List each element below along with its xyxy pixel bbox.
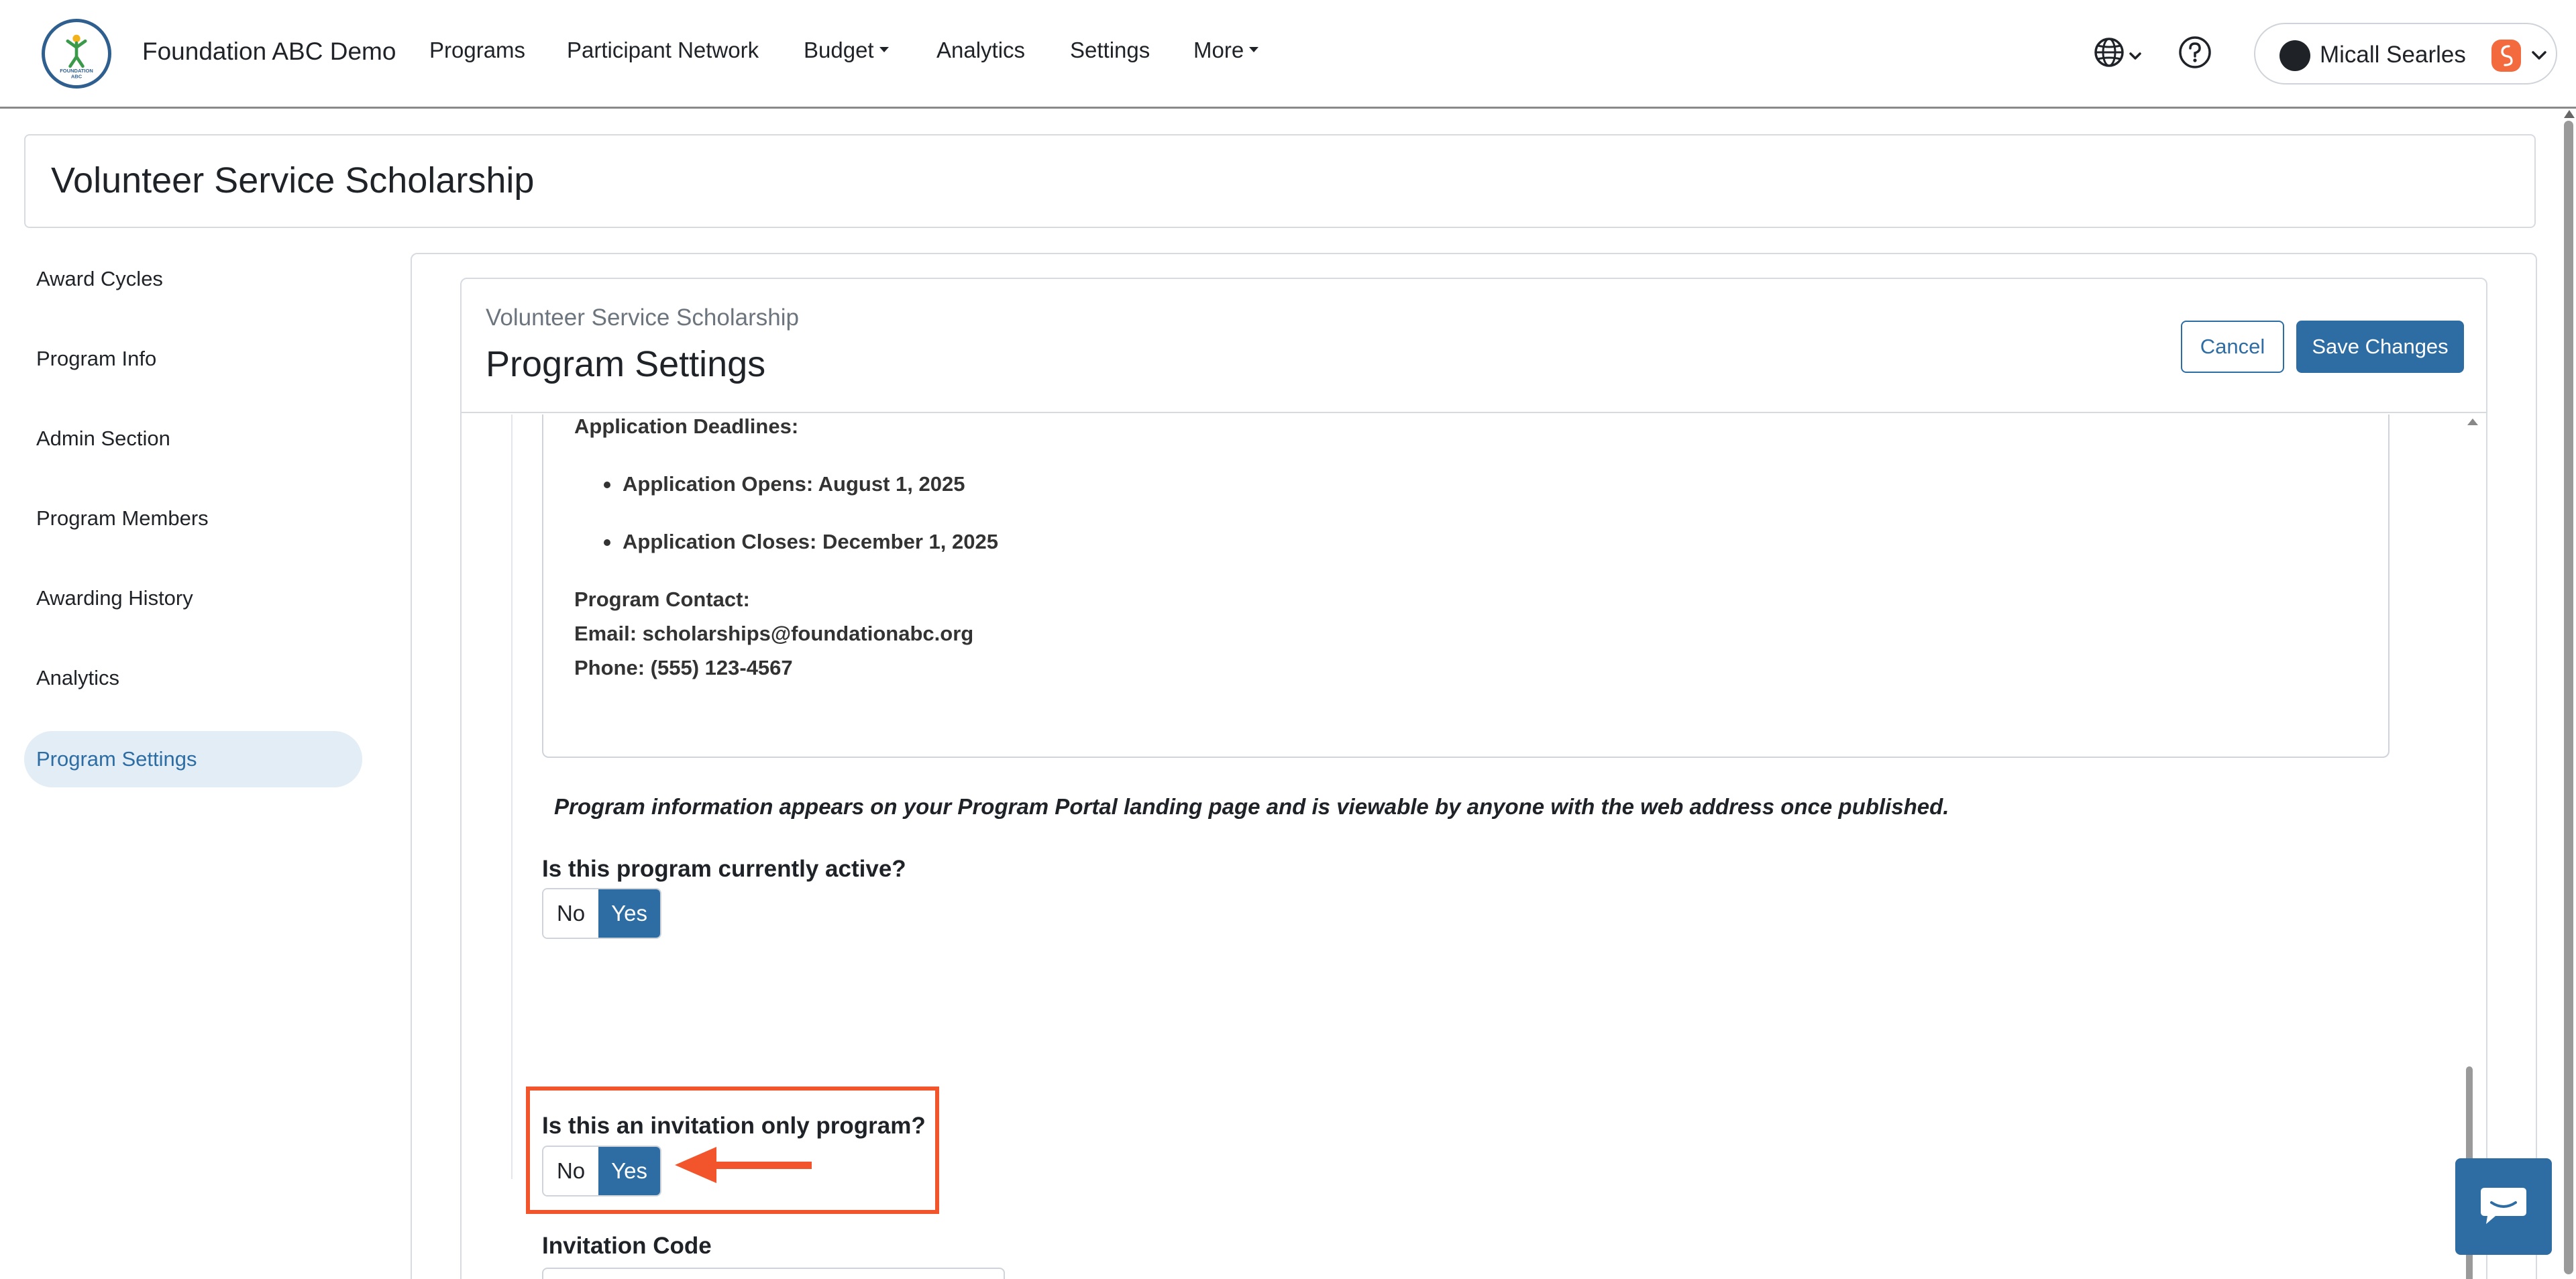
notification-badge-icon bbox=[2491, 40, 2521, 72]
page-title: Volunteer Service Scholarship bbox=[51, 160, 535, 201]
nav-settings[interactable]: Settings bbox=[1070, 38, 1150, 63]
invitation-no-option[interactable]: No bbox=[543, 1147, 599, 1195]
invitation-yes-option[interactable]: Yes bbox=[598, 1147, 660, 1195]
help-button[interactable] bbox=[2178, 35, 2212, 70]
help-icon bbox=[2179, 36, 2211, 68]
editor-contact-heading: Program Contact: bbox=[574, 588, 750, 611]
sidebar-item-program-info[interactable]: Program Info bbox=[24, 331, 362, 387]
nav-more[interactable]: More bbox=[1193, 38, 1259, 63]
sidebar-item-label: Admin Section bbox=[36, 427, 170, 450]
active-yes-option[interactable]: Yes bbox=[598, 889, 660, 938]
nav-budget-label: Budget bbox=[804, 38, 874, 62]
card-header: Volunteer Service Scholarship Program Se… bbox=[462, 279, 2486, 413]
caret-down-icon bbox=[1249, 47, 1259, 53]
nav-budget[interactable]: Budget bbox=[804, 38, 889, 63]
globe-icon bbox=[2094, 38, 2141, 67]
program-info-editor[interactable]: Application Deadlines: Application Opens… bbox=[542, 414, 2390, 758]
sidebar-item-analytics[interactable]: Analytics bbox=[24, 650, 362, 706]
brand-name[interactable]: Foundation ABC Demo bbox=[142, 38, 396, 66]
avatar bbox=[2279, 40, 2310, 71]
user-menu[interactable]: Micall Searles bbox=[2254, 23, 2557, 85]
page-title-card: Volunteer Service Scholarship bbox=[24, 134, 2536, 228]
nav-settings-label: Settings bbox=[1070, 38, 1150, 62]
nav-analytics[interactable]: Analytics bbox=[936, 38, 1025, 63]
sidebar-item-label: Program Members bbox=[36, 506, 209, 530]
invitation-question-label: Is this an invitation only program? bbox=[542, 1113, 926, 1139]
svg-text:ABC: ABC bbox=[71, 74, 83, 80]
nav-more-label: More bbox=[1193, 38, 1244, 62]
editor-phone-line: Phone: (555) 123-4567 bbox=[574, 656, 793, 679]
invitation-toggle[interactable]: No Yes bbox=[542, 1146, 661, 1197]
foundation-logo[interactable]: FOUNDATION ABC bbox=[42, 19, 111, 89]
language-selector[interactable] bbox=[2093, 35, 2149, 70]
nav-participant-network-label: Participant Network bbox=[567, 38, 759, 62]
invitation-code-label: Invitation Code bbox=[542, 1233, 712, 1259]
program-info-help-note: Program information appears on your Prog… bbox=[554, 794, 1949, 819]
program-settings-card: Volunteer Service Scholarship Program Se… bbox=[460, 278, 2487, 1279]
sidebar-item-award-cycles[interactable]: Award Cycles bbox=[24, 251, 362, 307]
chat-widget-button[interactable] bbox=[2455, 1158, 2552, 1255]
editor-deadlines-heading: Application Deadlines: bbox=[574, 414, 799, 438]
bullet bbox=[604, 539, 610, 546]
nav-participant-network[interactable]: Participant Network bbox=[567, 38, 759, 63]
scroll-up-icon[interactable] bbox=[2467, 419, 2478, 425]
chevron-down-icon bbox=[2532, 51, 2546, 60]
caret-down-icon bbox=[879, 47, 889, 53]
divider bbox=[511, 414, 513, 1179]
sidebar-item-label: Program Settings bbox=[36, 747, 197, 771]
editor-bullet-closes: Application Closes: December 1, 2025 bbox=[623, 530, 998, 553]
sidebar-item-label: Awarding History bbox=[36, 586, 193, 610]
active-no-option[interactable]: No bbox=[543, 889, 599, 938]
sidebar-item-program-members[interactable]: Program Members bbox=[24, 490, 362, 547]
user-name: Micall Searles bbox=[2320, 42, 2466, 68]
nav-programs[interactable]: Programs bbox=[429, 38, 525, 63]
settings-scroll-area[interactable]: Application Deadlines: Application Opens… bbox=[462, 414, 2486, 1279]
chat-icon bbox=[2481, 1188, 2526, 1224]
invitation-code-input[interactable] bbox=[542, 1268, 1005, 1279]
nav-analytics-label: Analytics bbox=[936, 38, 1026, 62]
top-navbar: FOUNDATION ABC Foundation ABC Demo Progr… bbox=[0, 0, 2576, 109]
editor-email-line: Email: scholarships@foundationabc.org bbox=[574, 622, 974, 645]
sidebar-item-awarding-history[interactable]: Awarding History bbox=[24, 570, 362, 626]
arrow-left-icon bbox=[675, 1147, 812, 1183]
sidebar-item-label: Program Info bbox=[36, 347, 157, 370]
bullet bbox=[604, 482, 610, 488]
card-subtitle: Volunteer Service Scholarship bbox=[486, 304, 799, 331]
card-heading: Program Settings bbox=[486, 344, 766, 384]
save-changes-button[interactable]: Save Changes bbox=[2296, 321, 2464, 373]
page-scroll-up-icon[interactable] bbox=[2564, 110, 2575, 118]
page-scrollbar-thumb[interactable] bbox=[2564, 121, 2573, 1274]
sidebar-item-label: Award Cycles bbox=[36, 267, 163, 290]
sidebar-item-label: Analytics bbox=[36, 666, 120, 689]
active-toggle[interactable]: No Yes bbox=[542, 888, 661, 939]
nav-programs-label: Programs bbox=[429, 38, 526, 62]
cancel-button[interactable]: Cancel bbox=[2181, 321, 2284, 373]
sidebar-item-program-settings[interactable]: Program Settings bbox=[24, 731, 362, 787]
editor-bullet-opens: Application Opens: August 1, 2025 bbox=[623, 472, 965, 496]
sidebar-item-admin-section[interactable]: Admin Section bbox=[24, 410, 362, 467]
active-question-label: Is this program currently active? bbox=[542, 856, 906, 882]
